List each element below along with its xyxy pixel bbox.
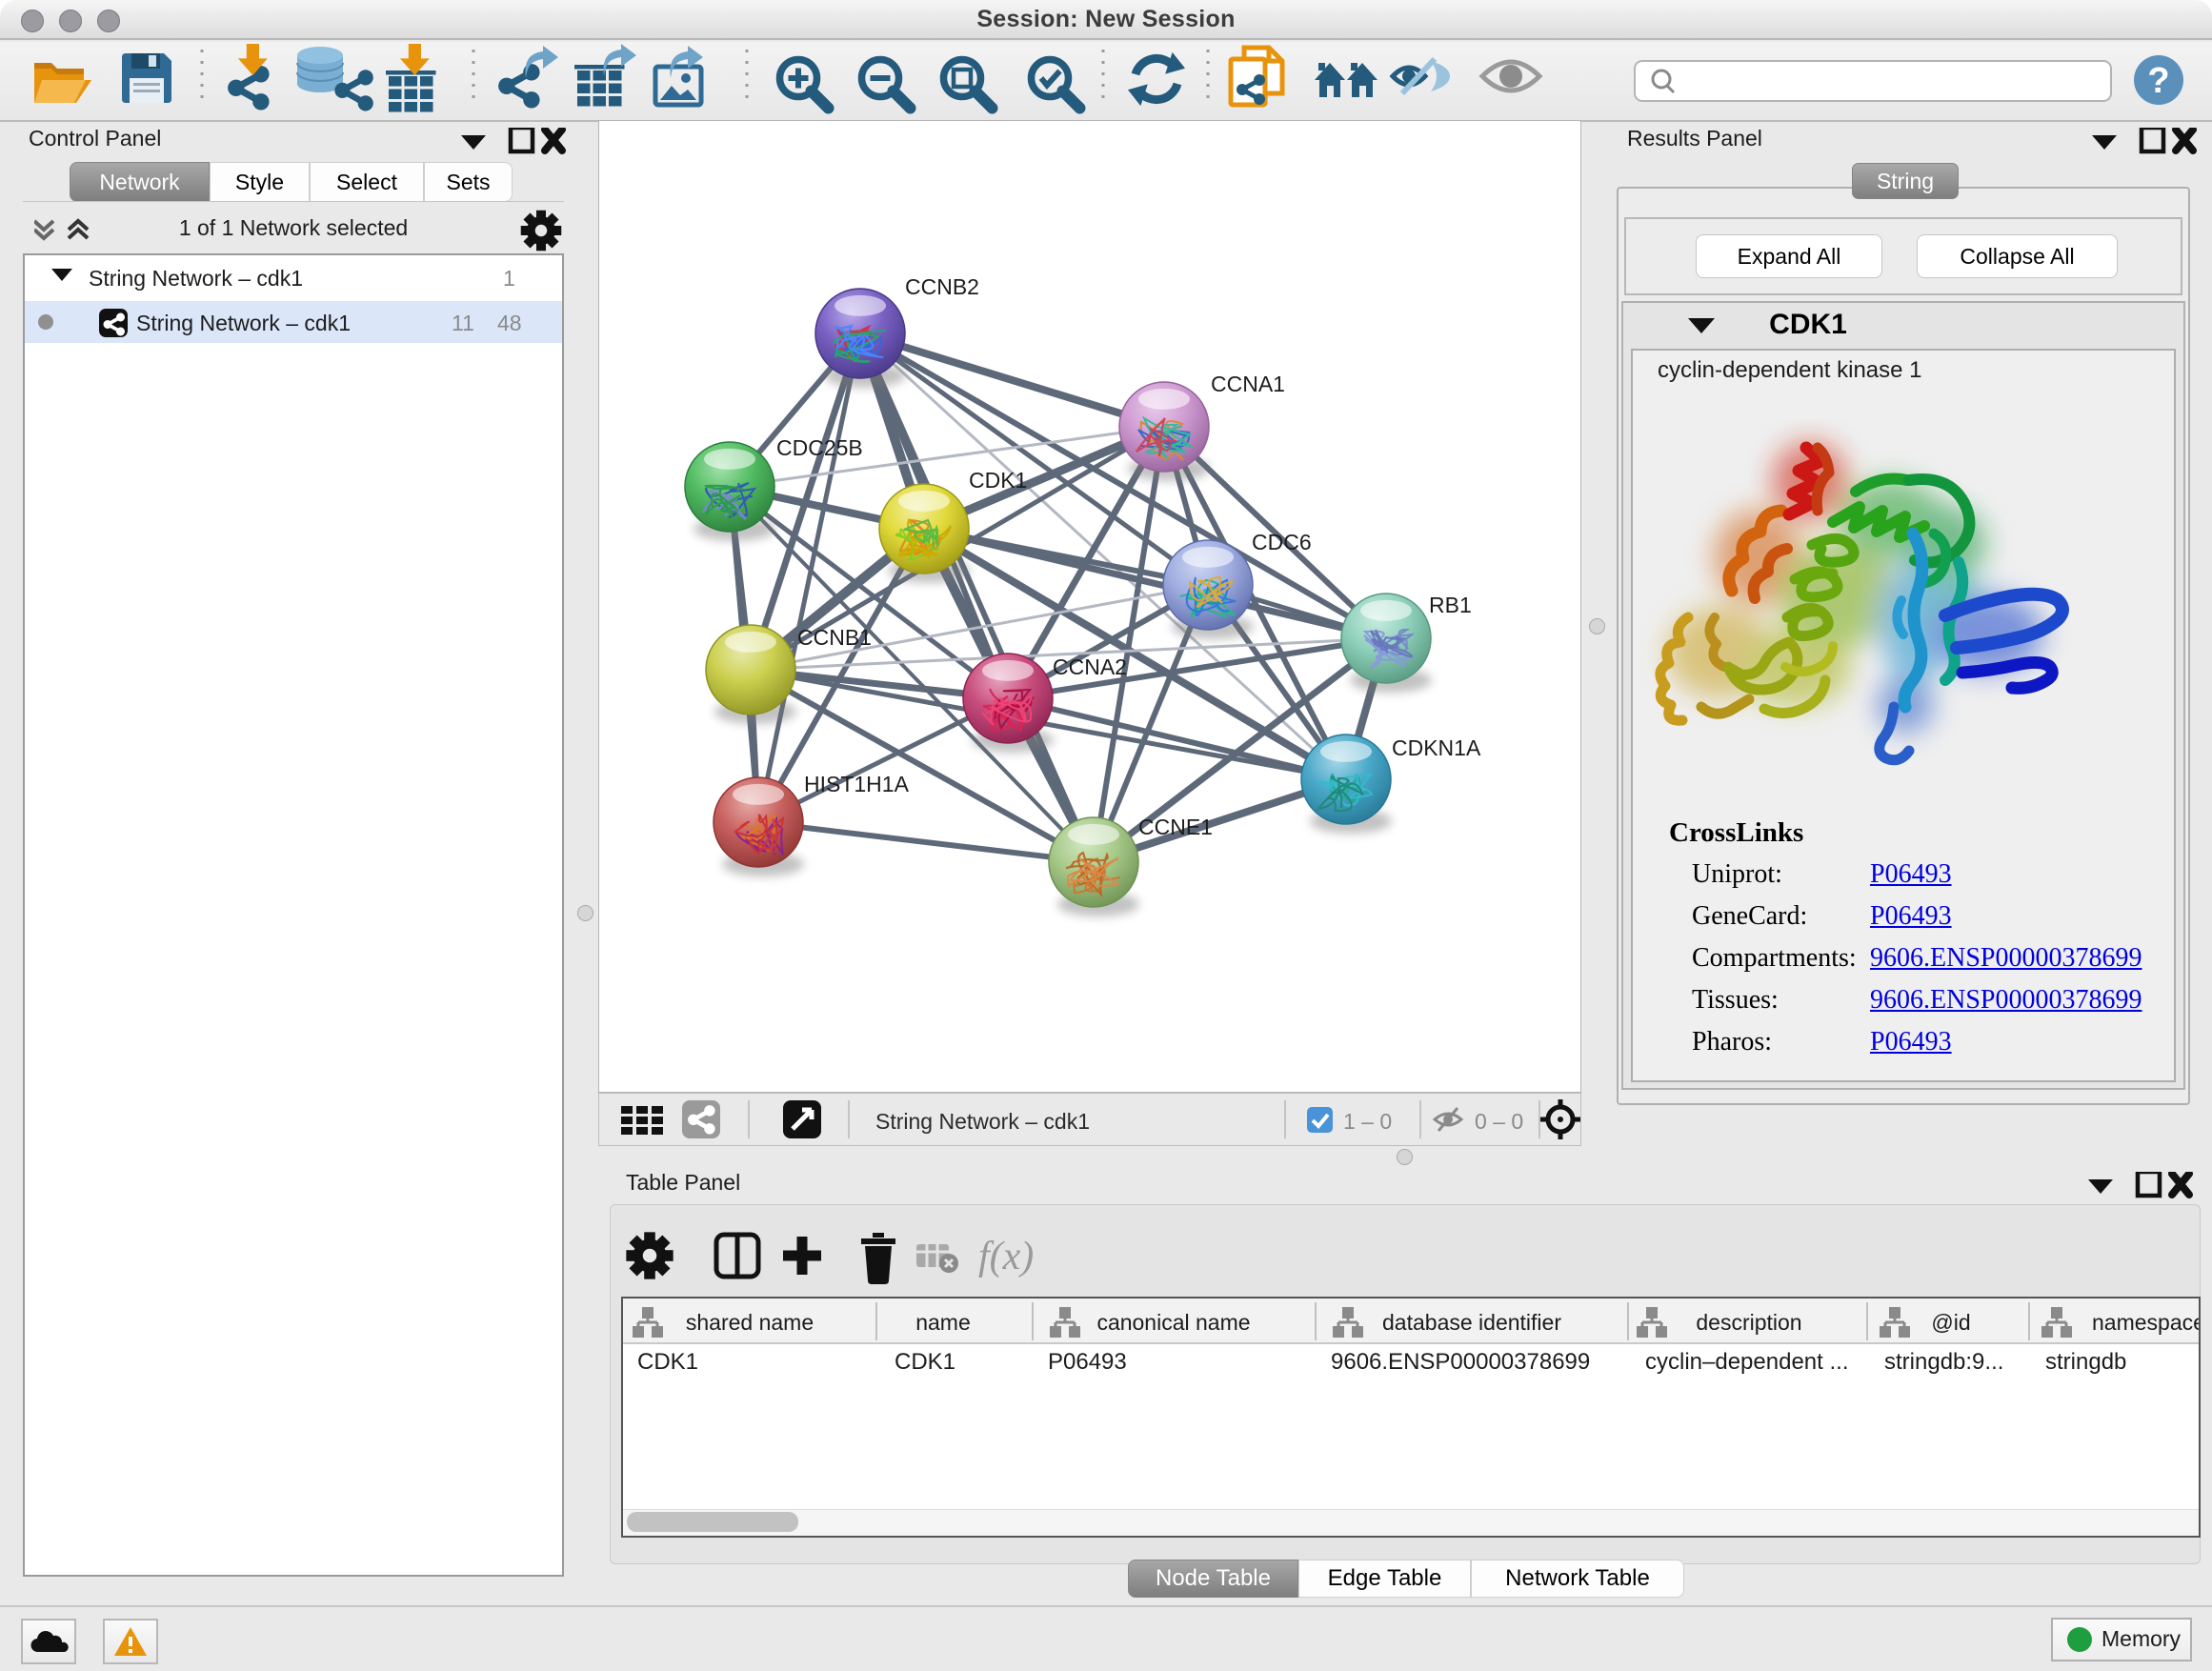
svg-text:CDK1: CDK1	[969, 468, 1027, 493]
svg-text:CCNE1: CCNE1	[1138, 815, 1213, 839]
svg-text:?: ?	[2147, 61, 2169, 101]
svg-text:name: name	[915, 1310, 971, 1335]
svg-text:CDKN1A: CDKN1A	[1392, 735, 1481, 760]
svg-text:CDC25B: CDC25B	[776, 435, 863, 460]
svg-text:@id: @id	[1931, 1310, 1970, 1335]
svg-text:namespace: namespace	[2092, 1310, 2199, 1335]
svg-text:CCNB2: CCNB2	[905, 274, 979, 299]
svg-text:database identifier: database identifier	[1382, 1310, 1561, 1335]
svg-text:shared name: shared name	[686, 1310, 814, 1335]
svg-text:CCNB1: CCNB1	[797, 625, 872, 650]
svg-text:CCNA2: CCNA2	[1053, 654, 1127, 679]
svg-text:canonical name: canonical name	[1096, 1310, 1250, 1335]
svg-text:description: description	[1696, 1310, 1801, 1335]
svg-text:HIST1H1A: HIST1H1A	[804, 772, 910, 796]
svg-text:CDC6: CDC6	[1252, 530, 1312, 554]
svg-text:1 – 0: 1 – 0	[1343, 1109, 1392, 1134]
svg-text:CCNA1: CCNA1	[1211, 372, 1285, 396]
svg-text:0 – 0: 0 – 0	[1475, 1109, 1523, 1134]
svg-text:f(x): f(x)	[978, 1235, 1034, 1278]
svg-text:RB1: RB1	[1429, 593, 1472, 617]
svg-text:String Network – cdk1: String Network – cdk1	[875, 1109, 1090, 1134]
